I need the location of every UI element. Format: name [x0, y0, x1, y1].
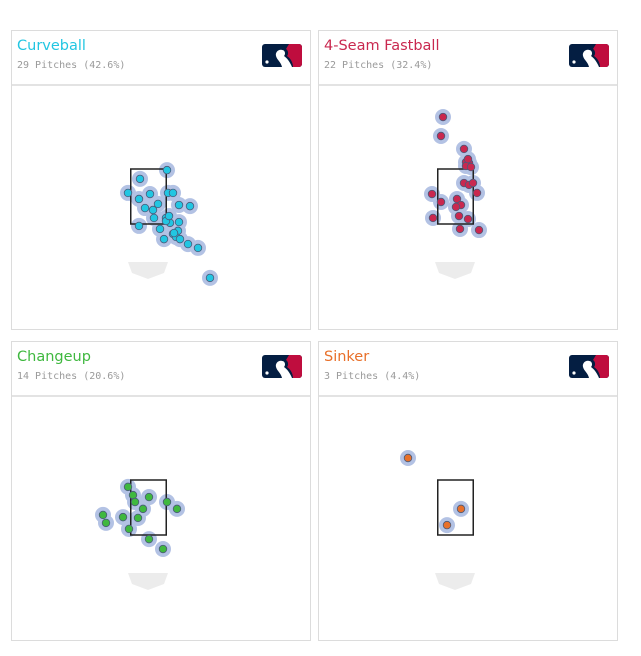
pitch-point — [455, 224, 465, 234]
pitch-point — [155, 224, 165, 234]
pitch-point — [456, 504, 466, 514]
pitch-point — [158, 544, 168, 554]
pitch-point — [133, 513, 143, 523]
pitch-point — [442, 520, 452, 530]
pitch-point — [128, 490, 138, 500]
pitch-point — [123, 482, 133, 492]
pitch-point — [438, 112, 448, 122]
home-plate — [435, 573, 475, 590]
pitch-point — [172, 504, 182, 514]
pitch-point — [174, 200, 184, 210]
pitch-point — [466, 162, 476, 172]
pitch-point — [428, 213, 438, 223]
pitch-point — [185, 201, 195, 211]
pitch-point — [205, 273, 215, 283]
home-plate — [435, 262, 475, 279]
pitch-point — [427, 189, 437, 199]
pitch-point — [145, 189, 155, 199]
pitch-point — [463, 214, 473, 224]
density-halo — [400, 450, 469, 534]
pitch-point — [459, 144, 469, 154]
pitch-location-plot — [400, 450, 475, 590]
pitch-panel-sinker: Sinker 3 Pitches (4.4%) — [318, 341, 618, 641]
pitch-point — [148, 205, 158, 215]
pitch-point — [183, 239, 193, 249]
pitch-point — [403, 453, 413, 463]
pitch-location-plot — [95, 478, 185, 590]
pitch-point — [454, 211, 464, 221]
pitch-point — [175, 234, 185, 244]
pitch-point — [436, 197, 446, 207]
pitch-point — [451, 202, 461, 212]
pitch-point — [101, 518, 111, 528]
pitch-panel-4-seam-fastball: 4-Seam Fastball 22 Pitches (32.4%) — [318, 30, 618, 330]
pitch-point — [193, 243, 203, 253]
pitch-panel-changeup: Changeup 14 Pitches (20.6%) — [11, 341, 311, 641]
pitch-point — [123, 188, 133, 198]
pitch-panel-curveball: Curveball 29 Pitches (42.6%) — [11, 30, 311, 330]
pitch-point — [144, 534, 154, 544]
pitch-point — [463, 154, 473, 164]
home-plate — [128, 262, 168, 279]
pitch-point — [472, 188, 482, 198]
pitch-point — [169, 228, 179, 238]
pitch-point — [436, 131, 446, 141]
pitch-point — [134, 221, 144, 231]
pitch-point — [134, 194, 144, 204]
home-plate — [128, 573, 168, 590]
pitch-point — [168, 188, 178, 198]
pitch-point — [98, 510, 108, 520]
pitch-point — [124, 524, 134, 534]
pitch-location-plot — [120, 162, 218, 286]
pitch-location-plot — [424, 109, 487, 279]
pitch-point — [174, 217, 184, 227]
pitch-point — [130, 497, 140, 507]
pitch-point — [140, 203, 150, 213]
pitch-point — [149, 213, 159, 223]
pitch-point — [164, 211, 174, 221]
pitch-point — [162, 497, 172, 507]
pitch-point — [468, 178, 478, 188]
pitch-point — [118, 512, 128, 522]
pitch-point — [162, 165, 172, 175]
pitch-point — [474, 225, 484, 235]
pitch-point — [138, 504, 148, 514]
pitch-point — [159, 234, 169, 244]
pitch-point — [144, 492, 154, 502]
pitch-point — [135, 174, 145, 184]
